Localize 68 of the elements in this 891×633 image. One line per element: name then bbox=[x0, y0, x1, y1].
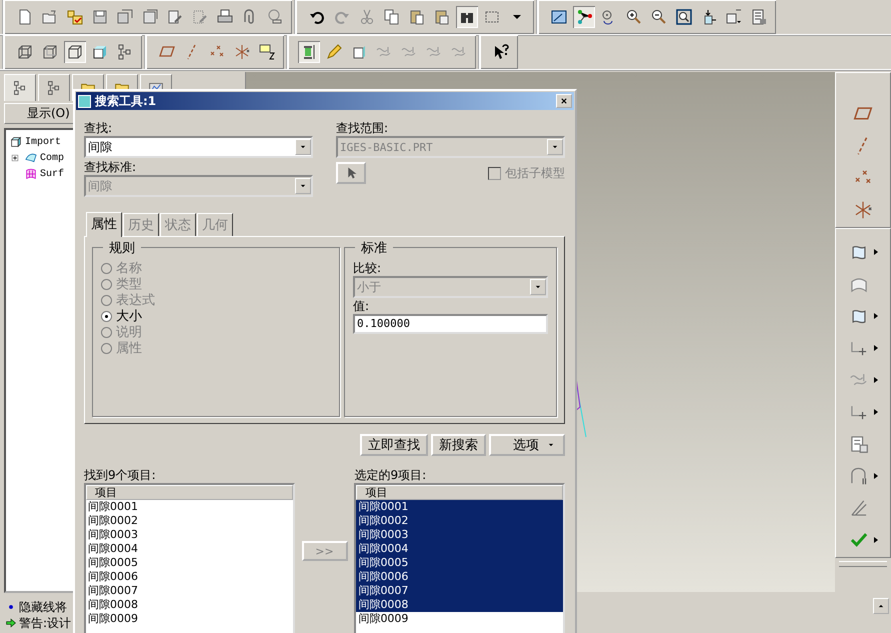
selected-items-list[interactable]: 项目 间隙0001 间隙0002 间隙0003 间隙0004 间隙0005 间隙0006 间隙0007 间隙0008 间隙0009 bbox=[354, 483, 565, 633]
list-item[interactable]: 间隙0004 bbox=[86, 542, 293, 556]
radio-label: 表达式 bbox=[116, 292, 155, 309]
list-item[interactable]: 间隙0006 bbox=[86, 570, 293, 584]
list-item[interactable]: 间隙0007 bbox=[356, 584, 563, 598]
submenu-arrow-icon[interactable] bbox=[872, 408, 880, 416]
submenu-arrow-icon[interactable] bbox=[872, 248, 880, 256]
radio-label: 说明 bbox=[116, 324, 142, 341]
field-label: 查找标准: bbox=[84, 159, 138, 175]
radio-button[interactable] bbox=[101, 310, 112, 322]
radio-label: 名称 bbox=[116, 260, 142, 277]
options-button[interactable]: 选项 bbox=[489, 434, 565, 456]
list-item[interactable]: 间隙0002 bbox=[356, 514, 563, 528]
tab[interactable]: 属性 bbox=[86, 212, 122, 237]
tree-item[interactable]: Surf bbox=[40, 168, 64, 180]
submenu-arrow-icon[interactable] bbox=[872, 344, 880, 352]
action-button[interactable]: 立即查找 bbox=[360, 434, 428, 456]
radio-label: 大小 bbox=[116, 308, 142, 325]
field-label: 值: bbox=[353, 299, 370, 313]
part-icon bbox=[8, 134, 24, 150]
action-button[interactable]: 新搜索 bbox=[431, 434, 486, 456]
window-icon bbox=[78, 94, 91, 108]
binoculars-icon[interactable] bbox=[456, 6, 478, 28]
submenu-arrow-icon[interactable] bbox=[872, 312, 880, 320]
found-items-list[interactable]: 项目 间隙0001 间隙0002 间隙0003 间隙0004 间隙0005 间隙0006 间隙0007 间隙0008 间隙0009 bbox=[84, 483, 295, 633]
list-item[interactable]: 间隙0003 bbox=[86, 528, 293, 542]
list-item[interactable]: 间隙0003 bbox=[356, 528, 563, 542]
node-graph-icon[interactable] bbox=[573, 6, 595, 28]
field-label: 查找范围: bbox=[336, 120, 390, 136]
list-item[interactable]: 间隙0002 bbox=[86, 514, 293, 528]
warning-arrow-icon bbox=[4, 616, 18, 630]
list-label: 选定的9项目: bbox=[354, 467, 428, 483]
group-title: 规则 bbox=[103, 239, 141, 257]
column-header[interactable]: 项目 bbox=[86, 485, 293, 500]
close-button[interactable] bbox=[556, 94, 572, 108]
list-item[interactable]: 间隙0008 bbox=[86, 598, 293, 612]
submenu-arrow-icon[interactable] bbox=[872, 472, 880, 480]
group-title: 标准 bbox=[355, 239, 393, 257]
value-field[interactable]: 0.100000 bbox=[353, 314, 548, 334]
field-label: 查找: bbox=[84, 120, 114, 136]
scroll-up-button[interactable] bbox=[873, 598, 889, 614]
list-item[interactable]: 间隙0005 bbox=[356, 556, 563, 570]
submenu-arrow-icon[interactable] bbox=[872, 376, 880, 384]
tree-item[interactable]: Import bbox=[25, 136, 62, 148]
checkbox-label: 包括子模型 bbox=[505, 164, 565, 182]
window-title: 搜索工具:1 bbox=[95, 92, 158, 110]
list-item[interactable]: 间隙0001 bbox=[86, 500, 293, 514]
cube-outline-icon[interactable] bbox=[64, 41, 86, 63]
spool-icon[interactable] bbox=[298, 41, 320, 63]
list-item[interactable]: 间隙0005 bbox=[86, 556, 293, 570]
list-item[interactable]: 间隙0001 bbox=[356, 500, 563, 514]
radio-label: 属性 bbox=[116, 340, 142, 357]
list-item[interactable]: 间隙0009 bbox=[86, 612, 293, 626]
tree-item[interactable]: Comp bbox=[40, 152, 64, 164]
message-text: 警告:设计 bbox=[19, 614, 72, 632]
find-dropdown[interactable]: 间隙 bbox=[84, 136, 313, 158]
message-text: 隐藏线将 bbox=[19, 598, 67, 616]
list-item[interactable]: 间隙0006 bbox=[356, 570, 563, 584]
list-item[interactable]: 间隙0004 bbox=[356, 542, 563, 556]
select-button[interactable] bbox=[336, 162, 366, 184]
submenu-arrow-icon[interactable] bbox=[872, 536, 880, 544]
list-label: 找到9个项目: bbox=[84, 467, 157, 483]
list-item[interactable]: 间隙0008 bbox=[356, 598, 563, 612]
radio-label: 类型 bbox=[116, 276, 142, 293]
column-header[interactable]: 项目 bbox=[356, 485, 563, 500]
list-item[interactable]: 间隙0009 bbox=[356, 612, 563, 626]
field-label: 比较: bbox=[353, 261, 382, 275]
list-item[interactable]: 间隙0007 bbox=[86, 584, 293, 598]
